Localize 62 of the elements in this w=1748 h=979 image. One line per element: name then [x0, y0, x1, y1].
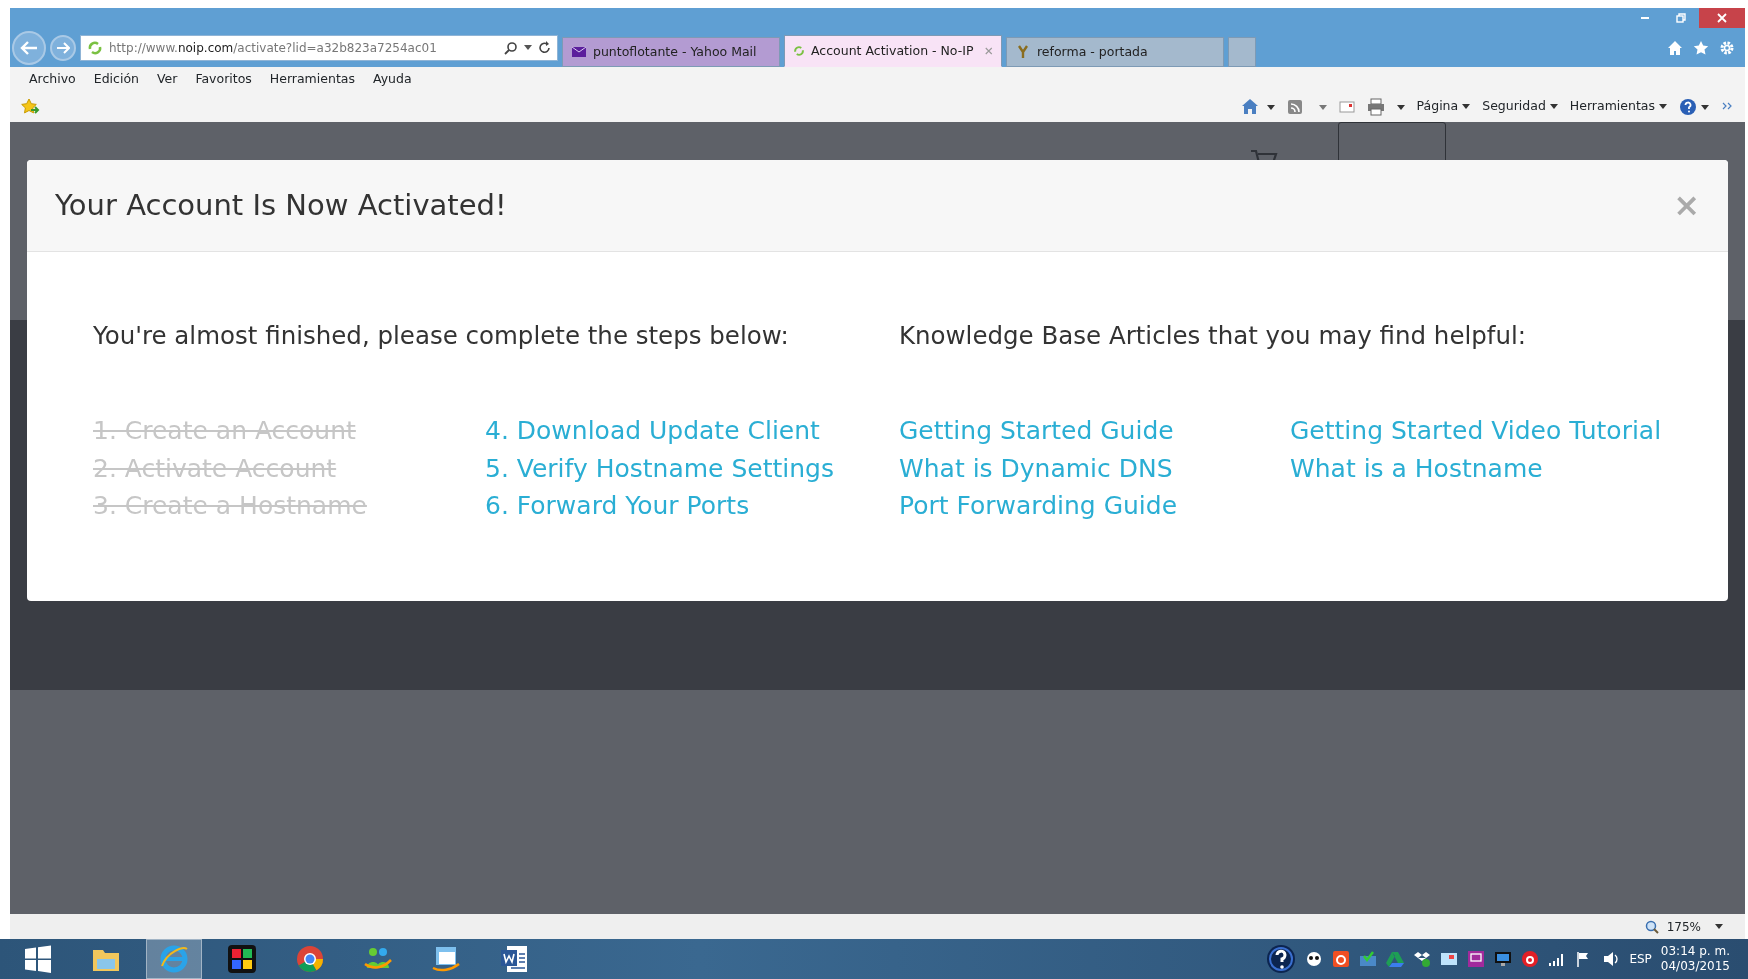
browser-tab[interactable]: reforma - portada	[1006, 37, 1224, 67]
puzzle-app-icon	[227, 944, 257, 974]
browser-tab[interactable]: puntoflotante - Yahoo Mail	[562, 37, 780, 67]
speaker-icon[interactable]	[1602, 950, 1621, 968]
section-heading: You're almost finished, please complete the steps below:	[93, 319, 790, 352]
badge-app-icon[interactable]	[1332, 950, 1351, 968]
home-icon[interactable]	[1667, 39, 1683, 56]
mail-app-icon	[431, 944, 461, 974]
menu-item[interactable]: Archivo	[20, 69, 85, 89]
word-document-icon	[499, 944, 529, 974]
browser-tab[interactable]: Account Activation - No-IP	[784, 35, 1002, 67]
presentation-icon[interactable]	[1467, 950, 1486, 968]
close-icon	[1717, 13, 1727, 23]
menu-item[interactable]: Favoritos	[186, 69, 261, 89]
address-text: http://www.noip.com/activate?lid=a32b823a7254ac01	[109, 39, 437, 57]
address-bar[interactable]: http://www.noip.com/activate?lid=a32b823a7254ac01	[80, 34, 558, 61]
menu-item[interactable]: Ver	[147, 69, 187, 89]
minimize-icon	[1641, 17, 1649, 19]
tab-title: reforma - portada	[1037, 42, 1148, 61]
help-dropdown-icon[interactable]	[1679, 97, 1709, 116]
settings-icon[interactable]	[1719, 39, 1735, 56]
command-menu[interactable]: Seguridad	[1482, 97, 1558, 117]
monitor-icon[interactable]	[1494, 950, 1513, 968]
panda-icon[interactable]	[1305, 950, 1324, 968]
tab-title: puntoflotante - Yahoo Mail	[593, 42, 757, 61]
clock-date[interactable]: 04/03/2015	[1660, 959, 1730, 974]
language-indicator[interactable]: ESP	[1629, 950, 1652, 968]
message-icon[interactable]	[1440, 950, 1459, 968]
menu-item[interactable]: Ayuda	[363, 69, 421, 89]
mail-icon[interactable]	[1338, 99, 1355, 114]
star-icon[interactable]	[1693, 39, 1709, 56]
clock-time[interactable]: 03:14 p. m.	[1660, 944, 1730, 959]
close-window-button[interactable]	[1699, 8, 1745, 28]
modal-title: Your Account Is Now Activated!	[55, 187, 507, 223]
forward-button[interactable]	[50, 34, 76, 61]
print-dropdown-icon[interactable]	[1366, 97, 1405, 116]
forward-arrow-icon	[56, 41, 70, 54]
dropdown-caret-icon[interactable]	[524, 44, 532, 51]
page-refresh-logo-icon	[793, 43, 806, 59]
back-button[interactable]	[12, 30, 46, 65]
search-icon[interactable]	[504, 40, 518, 55]
chrome-icon	[295, 944, 325, 974]
command-menu[interactable]: Página	[1416, 97, 1471, 117]
restore-icon	[1676, 13, 1686, 23]
browser-e-icon	[159, 944, 189, 974]
windows-logo-icon	[23, 944, 53, 974]
refresh-icon[interactable]	[538, 41, 551, 54]
home-dropdown-icon[interactable]	[1240, 97, 1275, 116]
favorites-star-icon[interactable]	[20, 97, 40, 116]
back-arrow-icon	[20, 40, 38, 55]
page-refresh-logo-icon	[87, 39, 103, 56]
menu-item[interactable]: Herramientas	[260, 69, 364, 89]
zoom-level[interactable]: 175%	[1666, 917, 1701, 936]
tab-title: Account Activation - No-IP	[811, 41, 974, 60]
menu-item[interactable]: Edición	[84, 69, 148, 89]
envelope-icon	[571, 44, 587, 60]
feed-dropdown-icon[interactable]	[1286, 97, 1327, 116]
command-menu[interactable]: Herramientas	[1569, 97, 1667, 117]
check-tray-icon[interactable]	[1359, 950, 1378, 968]
section-heading: Knowledge Base Articles that you may find helpful:	[899, 319, 1528, 352]
help-icon[interactable]	[1266, 944, 1297, 974]
zoom-icon[interactable]	[1644, 919, 1659, 934]
